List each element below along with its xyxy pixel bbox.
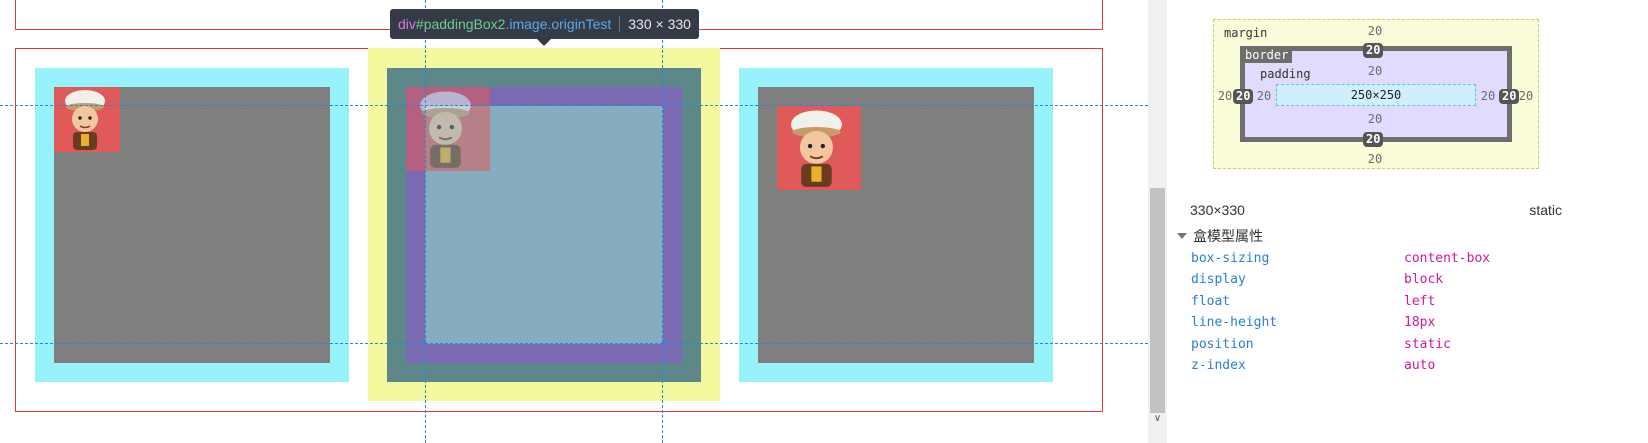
border-top-value[interactable]: 20 [1363,43,1384,58]
border-label: border [1241,47,1293,63]
avatar-image [406,87,490,171]
caret-down-icon[interactable] [1177,233,1187,239]
scrollbar-thumb[interactable] [1150,188,1165,413]
inspector-tooltip: div #paddingBox2 .image.originTest 330 × 3… [390,9,699,39]
property-name: z-index [1191,358,1246,373]
property-name: display [1191,272,1246,287]
property-value: auto [1404,358,1436,373]
tooltip-tag: div [398,16,416,32]
element-dimensions: 330×330 [1190,202,1245,218]
padding-right-value[interactable]: 20 [1478,89,1498,103]
guide-line-horizontal [0,105,1148,106]
chibi-character-icon [65,90,105,150]
tooltip-id: #paddingBox2 [415,16,506,32]
guide-line-vertical [662,0,663,443]
border-right-value[interactable]: 20 [1499,89,1520,104]
box-model-content: 250×250 [1276,84,1476,106]
position-summary: static [1529,202,1562,218]
property-name: box-sizing [1191,251,1270,266]
section-box-model-properties[interactable]: 盒模型属性 [1177,226,1263,246]
margin-top-value[interactable]: 20 [1360,24,1390,38]
padding-left-value[interactable]: 20 [1254,89,1274,103]
padding-label: padding [1260,67,1311,81]
margin-left-value[interactable]: 20 [1215,89,1235,103]
guide-line-horizontal [0,343,1148,344]
property-value: content-box [1404,251,1491,266]
border-left-value[interactable]: 20 [1233,89,1254,104]
tooltip-separator [619,16,621,32]
guide-line-vertical [425,0,426,443]
chibi-character-icon [791,110,842,187]
margin-bottom-value[interactable]: 20 [1360,152,1390,166]
scroll-down-icon[interactable]: ∨ [1150,413,1165,424]
property-value: left [1404,294,1436,309]
property-name: position [1191,337,1254,352]
chibi-character-icon [420,91,471,168]
tooltip-arrow [536,38,552,46]
padding-bottom-value[interactable]: 20 [1360,112,1390,126]
property-value: block [1404,272,1444,287]
border-bottom-value[interactable]: 20 [1363,132,1384,147]
property-value: static [1404,337,1451,352]
section-title: 盒模型属性 [1193,229,1263,245]
tooltip-classes: .image.originTest [505,16,612,32]
property-name: float [1191,294,1231,309]
padding-top-value[interactable]: 20 [1360,64,1390,78]
property-name: line-height [1191,315,1278,330]
property-value: 18px [1404,315,1436,330]
tooltip-size: 330 × 330 [628,16,691,32]
avatar-image [54,87,120,152]
avatar-image [777,106,861,190]
margin-label: margin [1224,26,1268,40]
